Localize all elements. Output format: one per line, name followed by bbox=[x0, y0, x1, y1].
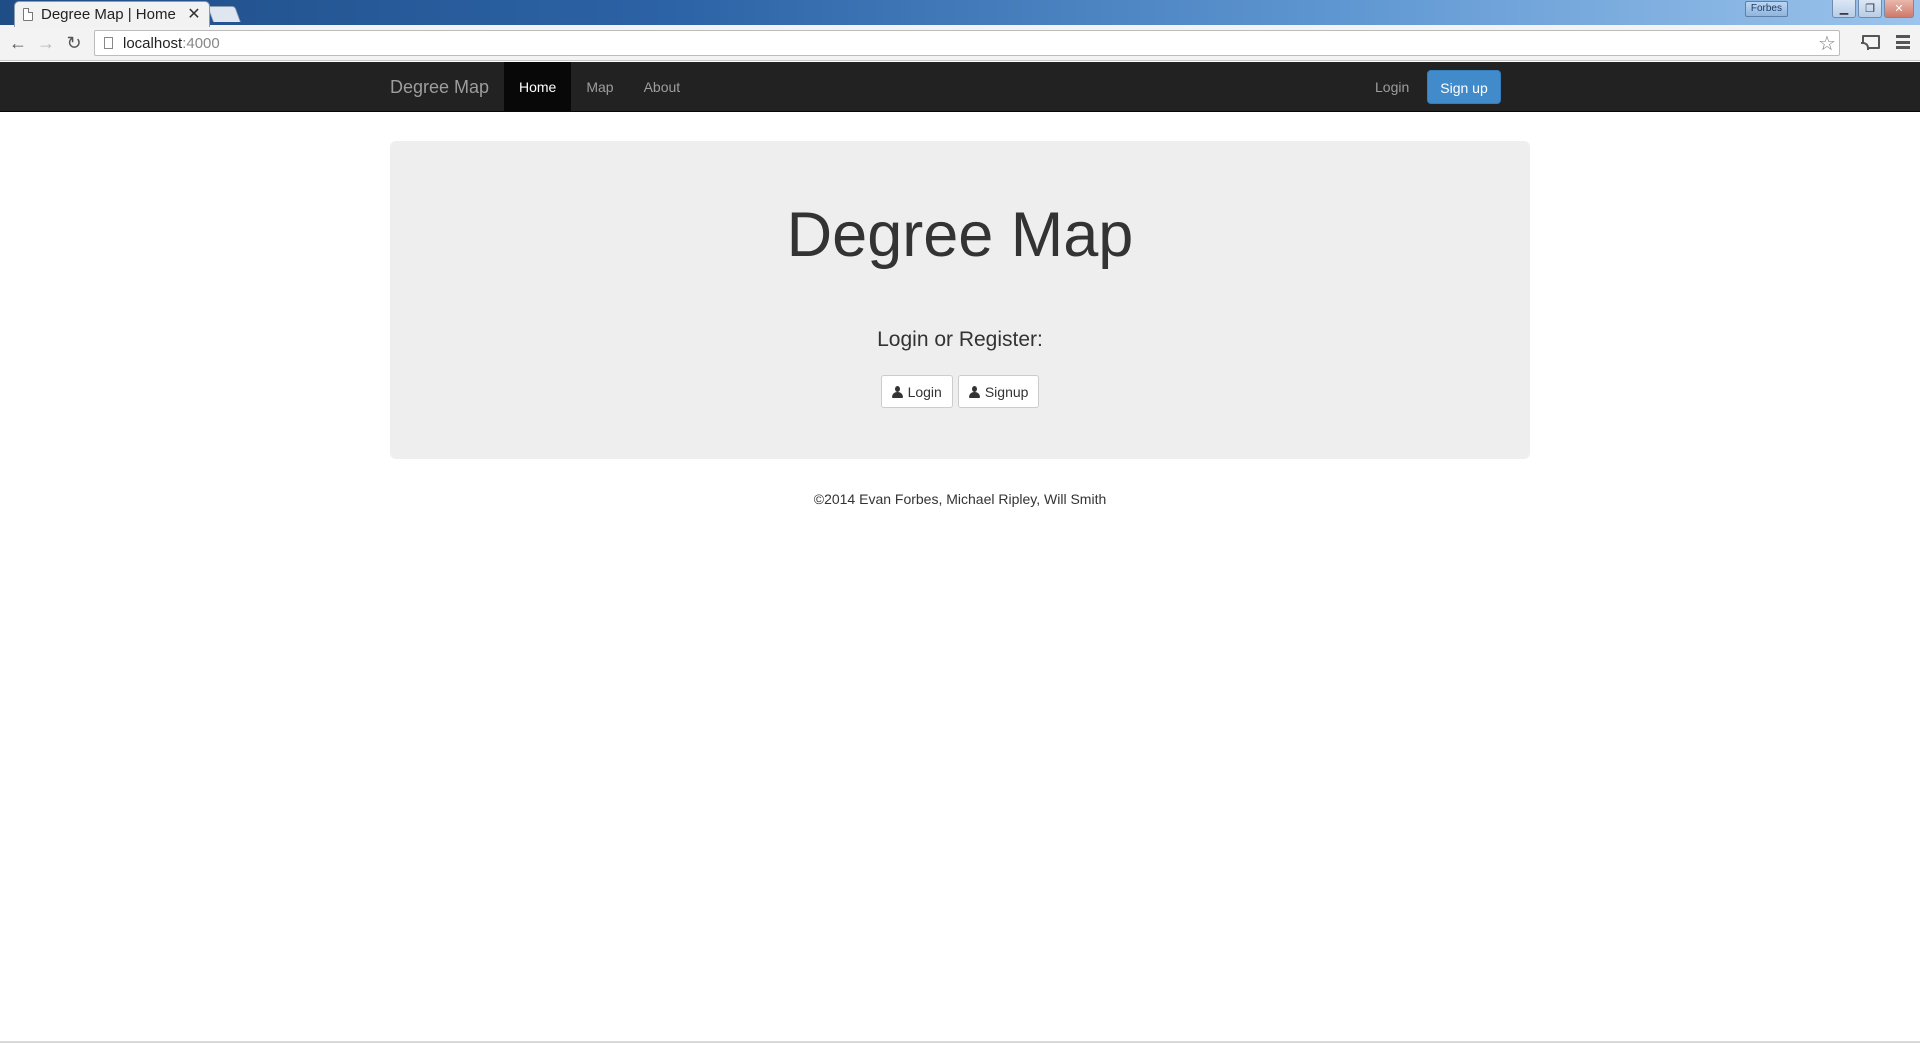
address-bar[interactable]: localhost:4000 ☆ bbox=[94, 30, 1840, 56]
signup-button[interactable]: Signup bbox=[957, 375, 1040, 408]
menu-icon[interactable] bbox=[1896, 34, 1910, 50]
site-navbar: Degree Map Home Map About Login Sign up bbox=[0, 62, 1920, 112]
nav-link-map[interactable]: Map bbox=[571, 62, 628, 112]
restore-icon[interactable]: ❐ bbox=[1858, 0, 1882, 18]
new-tab-button[interactable] bbox=[207, 6, 241, 22]
navbar-brand[interactable]: Degree Map bbox=[390, 62, 489, 112]
page-icon bbox=[23, 8, 33, 21]
signup-button-label: Signup bbox=[984, 383, 1029, 400]
forward-arrow-icon[interactable]: → bbox=[35, 32, 57, 54]
footer-copyright: ©2014 Evan Forbes, Michael Ripley, Will … bbox=[813, 491, 1107, 507]
nav-login-link[interactable]: Login bbox=[1360, 62, 1424, 112]
window-controls: ▁ ❐ ✕ bbox=[1832, 0, 1914, 18]
nav-right: Login Sign up bbox=[1360, 62, 1501, 112]
user-icon bbox=[891, 385, 903, 398]
login-button[interactable]: Login bbox=[880, 375, 953, 408]
nav-link-about[interactable]: About bbox=[629, 62, 696, 112]
login-button-label: Login bbox=[907, 383, 942, 400]
nav-link-home[interactable]: Home bbox=[504, 62, 572, 112]
nav-signup-button[interactable]: Sign up bbox=[1427, 70, 1501, 104]
reload-icon[interactable]: ↻ bbox=[63, 32, 85, 54]
tab-title: Degree Map | Home bbox=[41, 6, 176, 23]
browser-tab[interactable]: Degree Map | Home ✕ bbox=[14, 1, 210, 27]
window-close-icon[interactable]: ✕ bbox=[1884, 0, 1914, 18]
close-icon[interactable]: ✕ bbox=[187, 6, 201, 23]
user-icon bbox=[968, 385, 980, 398]
profile-badge[interactable]: Forbes bbox=[1744, 1, 1788, 17]
back-arrow-icon[interactable]: ← bbox=[7, 32, 29, 54]
nav-links: Home Map About bbox=[504, 62, 695, 112]
login-register-heading: Login or Register: bbox=[877, 328, 1043, 351]
browser-titlebar: Degree Map | Home ✕ Forbes ▁ ❐ ✕ bbox=[0, 0, 1920, 27]
bookmark-star-icon[interactable]: ☆ bbox=[1815, 32, 1839, 56]
cast-icon[interactable] bbox=[1861, 35, 1880, 50]
minimize-icon[interactable]: ▁ bbox=[1832, 0, 1856, 18]
jumbotron: Degree Map Login or Register: Login Sign… bbox=[390, 141, 1530, 459]
page-icon bbox=[104, 37, 113, 49]
browser-toolbar: ← → ↻ localhost:4000 ☆ bbox=[0, 25, 1920, 61]
page-title: Degree Map bbox=[786, 200, 1134, 270]
url-text: localhost:4000 bbox=[123, 34, 220, 52]
auth-actions: Login Signup bbox=[390, 375, 1530, 408]
